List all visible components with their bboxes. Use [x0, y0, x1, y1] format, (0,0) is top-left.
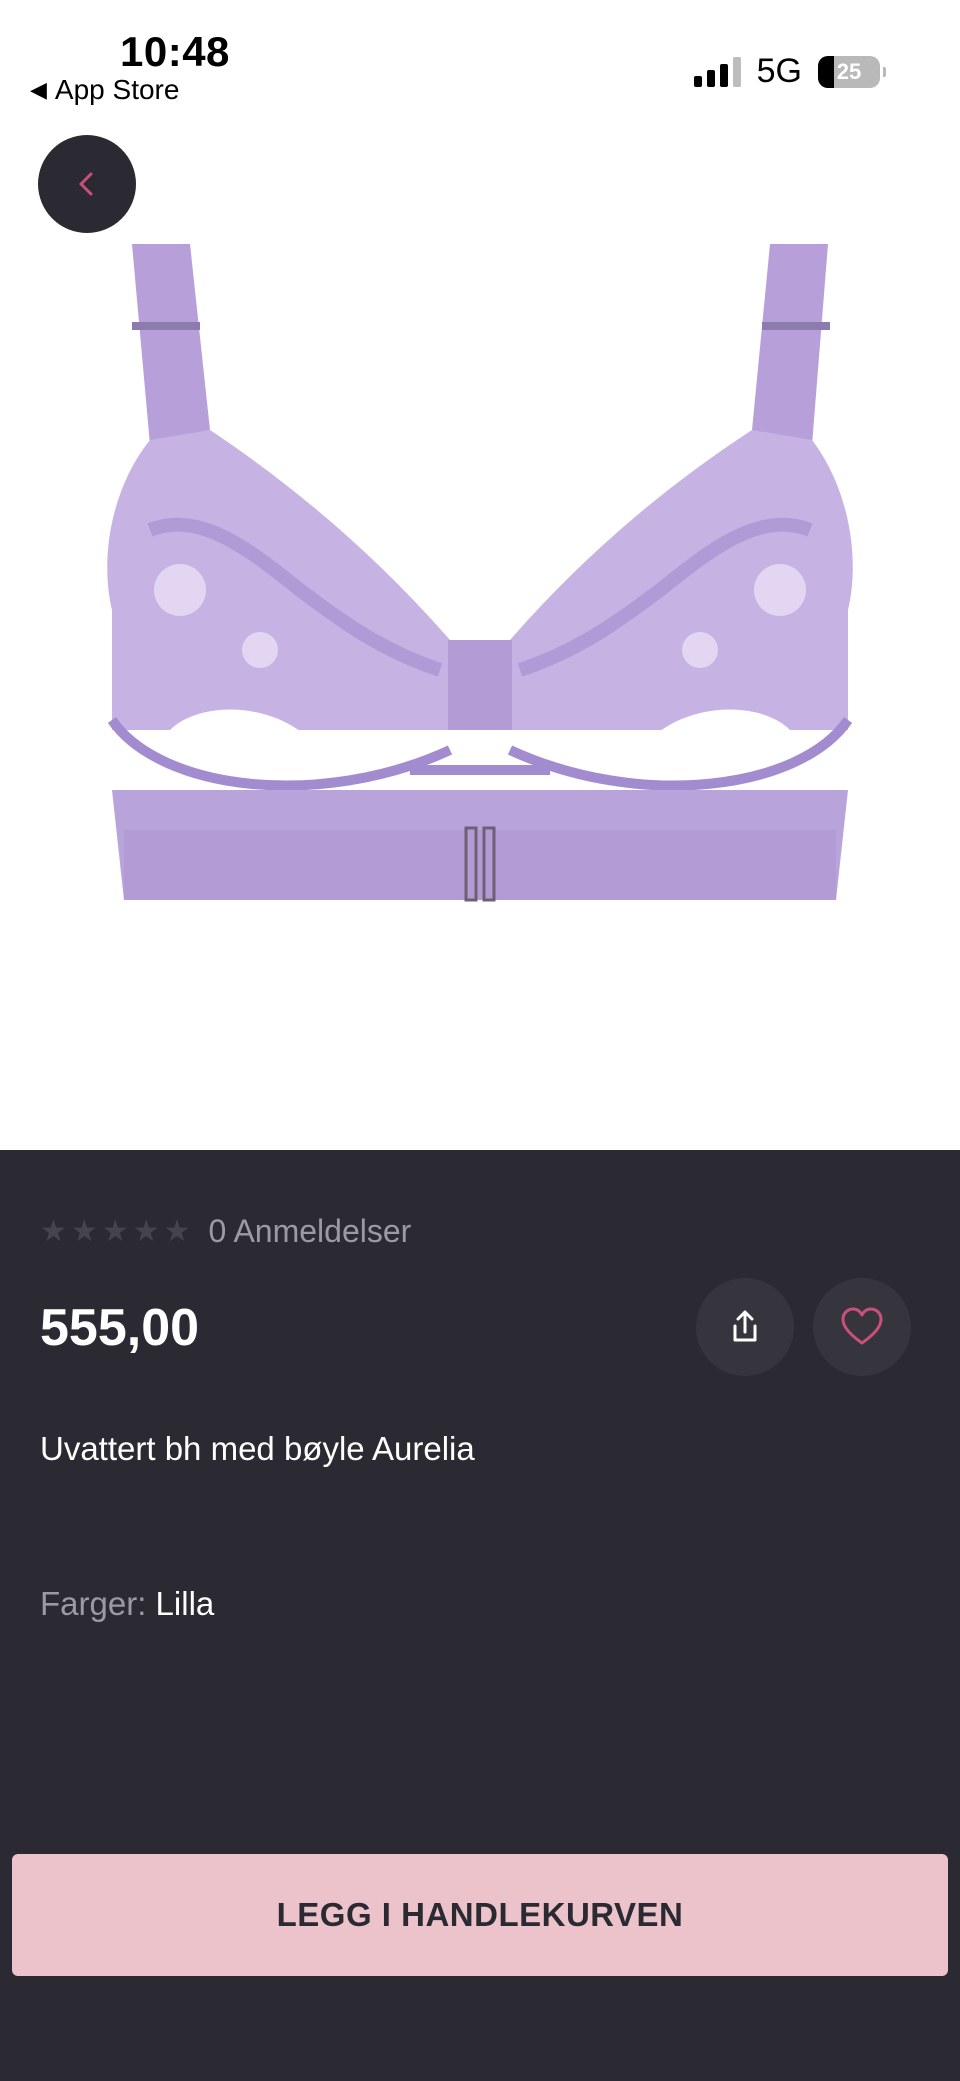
- back-to-app-store[interactable]: ◀ App Store: [30, 74, 179, 106]
- battery-icon: 25: [818, 55, 886, 88]
- network-type: 5G: [756, 52, 802, 90]
- status-indicators: 5G 25: [693, 52, 886, 91]
- wishlist-button[interactable]: [813, 1278, 911, 1376]
- heart-icon: [841, 1307, 883, 1345]
- battery-level: 25: [836, 58, 862, 84]
- star-icon: ★: [70, 1214, 98, 1248]
- product-title: Uvattert bh med bøyle Aurelia: [40, 1430, 475, 1467]
- star-icon: ★: [132, 1214, 160, 1248]
- review-count[interactable]: 0 Anmeldelser: [209, 1213, 412, 1250]
- star-icon: ★: [40, 1214, 67, 1248]
- clock: 10:48: [120, 28, 230, 75]
- chevron-left-icon: [79, 172, 93, 196]
- product-image: [0, 230, 960, 930]
- color-value: Lilla: [155, 1585, 215, 1622]
- add-to-cart-button[interactable]: LEGG I HANDLEKURVEN: [12, 1854, 948, 1976]
- signal-icon: [693, 56, 741, 87]
- star-rating: ★ ★ ★ ★ ★: [40, 1214, 191, 1248]
- status-bar: 10:48 ◀ App Store 5G 25: [0, 0, 960, 110]
- share-button[interactable]: [696, 1278, 794, 1376]
- star-icon: ★: [101, 1214, 129, 1248]
- rating-row[interactable]: ★ ★ ★ ★ ★ 0 Anmeldelser: [40, 1213, 411, 1250]
- back-button[interactable]: [38, 135, 136, 233]
- back-app-label: App Store: [54, 74, 180, 105]
- colors-label: Farger:: [40, 1585, 147, 1622]
- product-price: 555,00: [40, 1299, 200, 1357]
- share-icon: [733, 1310, 757, 1342]
- product-info-panel: ★ ★ ★ ★ ★ 0 Anmeldelser 555,00 Uvattert …: [0, 1150, 960, 2081]
- back-triangle-icon: ◀: [30, 77, 47, 102]
- star-icon: ★: [163, 1214, 191, 1248]
- color-selector[interactable]: Farger: Lilla: [40, 1585, 214, 1623]
